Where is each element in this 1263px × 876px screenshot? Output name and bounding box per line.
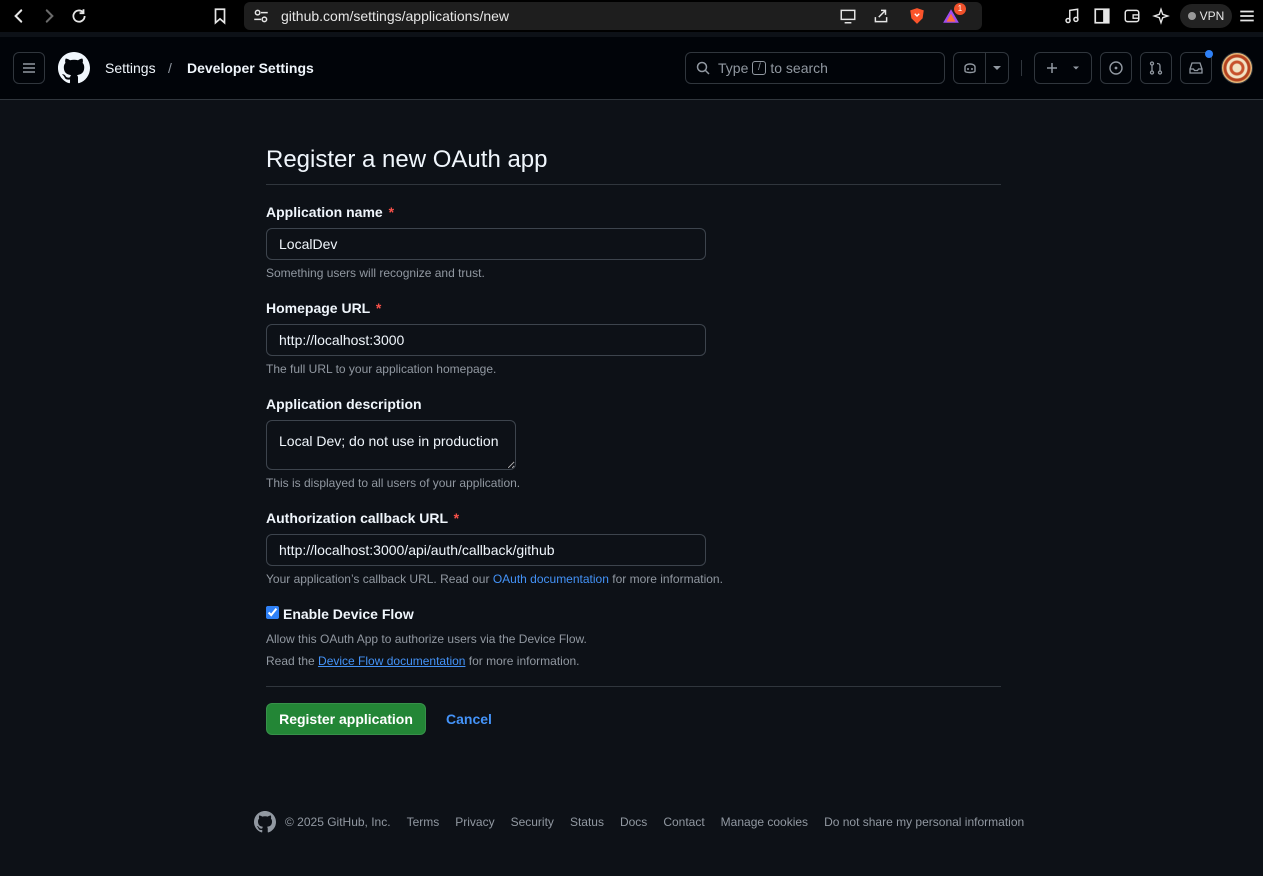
inbox-icon — [1189, 62, 1203, 74]
homepage-url-label-text: Homepage URL — [266, 300, 370, 316]
unread-notification-dot — [1205, 50, 1213, 58]
callback-url-input[interactable] — [266, 534, 706, 566]
app-name-label-text: Application name — [266, 204, 383, 220]
issues-button[interactable] — [1100, 52, 1132, 84]
brave-rewards-icon[interactable]: 1 — [940, 3, 966, 27]
device-flow-docs-prefix: Read the — [266, 654, 315, 668]
address-bar[interactable]: github.com/settings/applications/new 1 — [244, 2, 982, 30]
menu-icon[interactable] — [1236, 5, 1258, 27]
device-flow-label[interactable]: Enable Device Flow — [283, 606, 414, 622]
search-input[interactable]: Type / to search — [685, 52, 945, 84]
footer-link-do-not-share[interactable]: Do not share my personal information — [824, 815, 1024, 829]
share-icon[interactable] — [870, 5, 892, 27]
device-flow-docs-hint: Read the Device Flow documentation for m… — [266, 654, 580, 668]
device-flow-documentation-link[interactable]: Device Flow documentation — [318, 654, 465, 668]
description-hint: This is displayed to all users of your a… — [266, 476, 521, 490]
footer: © 2025 GitHub, Inc. Terms Privacy Securi… — [254, 810, 1040, 834]
url-text: github.com/settings/applications/new — [281, 8, 510, 24]
chevron-down-icon — [1073, 66, 1079, 70]
callback-hint-prefix: Your application’s callback URL. Read ou… — [266, 572, 490, 586]
pull-requests-icon — [1149, 61, 1163, 75]
homepage-url-hint: The full URL to your application homepag… — [266, 362, 497, 376]
leo-ai-icon[interactable] — [1150, 5, 1172, 27]
vpn-status-icon — [1187, 12, 1196, 20]
avatar[interactable] — [1221, 52, 1253, 84]
register-application-button[interactable]: Register application — [266, 703, 426, 735]
search-shortcut-key: / — [752, 61, 767, 75]
open-global-nav-button[interactable] — [13, 52, 45, 84]
copilot-button[interactable] — [953, 52, 1009, 84]
callback-hint-suffix: for more information. — [612, 572, 723, 586]
hamburger-icon — [23, 63, 35, 73]
github-logo-icon[interactable] — [254, 811, 276, 833]
reload-icon[interactable] — [68, 5, 90, 27]
header-divider — [1021, 60, 1022, 76]
app-name-input[interactable] — [266, 228, 706, 260]
bookmark-icon[interactable] — [209, 5, 231, 27]
issues-icon — [1109, 61, 1123, 75]
breadcrumb-separator: / — [168, 60, 172, 76]
copilot-icon — [954, 53, 986, 83]
search-placeholder-prefix: Type — [718, 60, 749, 76]
homepage-url-label: Homepage URL * — [266, 300, 381, 316]
notification-count: 1 — [954, 3, 966, 15]
callback-url-label: Authorization callback URL * — [266, 510, 459, 526]
required-marker: * — [453, 510, 460, 526]
device-flow-hint: Allow this OAuth App to authorize users … — [266, 632, 587, 646]
device-flow-checkbox[interactable] — [266, 606, 279, 619]
pull-requests-button[interactable] — [1140, 52, 1172, 84]
plus-icon — [1047, 63, 1057, 73]
vpn-label: VPN — [1199, 9, 1225, 23]
app-name-hint: Something users will recognize and trust… — [266, 266, 485, 280]
sidebar-icon[interactable] — [1091, 5, 1113, 27]
description-textarea[interactable]: Local Dev; do not use in production — [266, 420, 516, 470]
footer-link-terms[interactable]: Terms — [407, 815, 440, 829]
github-logo-icon[interactable] — [58, 52, 90, 84]
footer-link-manage-cookies[interactable]: Manage cookies — [721, 815, 808, 829]
github-header: Settings / Developer Settings Type / to … — [0, 37, 1263, 100]
footer-link-status[interactable]: Status — [570, 815, 604, 829]
create-new-button[interactable] — [1034, 52, 1092, 84]
forward-arrow-icon[interactable] — [38, 5, 60, 27]
wallet-icon[interactable] — [1121, 5, 1143, 27]
device-flow-docs-suffix: for more information. — [468, 654, 580, 668]
brave-shield-icon[interactable] — [906, 5, 928, 27]
page-title: Register a new OAuth app — [266, 146, 548, 173]
breadcrumb-settings[interactable]: Settings — [105, 60, 156, 76]
footer-link-contact[interactable]: Contact — [663, 815, 704, 829]
footer-link-security[interactable]: Security — [511, 815, 554, 829]
title-divider — [266, 184, 1001, 185]
music-icon[interactable] — [1061, 5, 1083, 27]
browser-toolbar: github.com/settings/applications/new 1 V… — [0, 0, 1263, 32]
footer-link-docs[interactable]: Docs — [620, 815, 647, 829]
back-arrow-icon[interactable] — [8, 5, 30, 27]
cancel-button[interactable]: Cancel — [446, 711, 492, 727]
search-icon — [696, 61, 710, 75]
callback-url-hint: Your application’s callback URL. Read ou… — [266, 572, 723, 586]
homepage-url-input[interactable] — [266, 324, 706, 356]
form-divider — [266, 686, 1001, 687]
footer-link-privacy[interactable]: Privacy — [455, 815, 494, 829]
breadcrumb-developer-settings[interactable]: Developer Settings — [187, 60, 314, 76]
vpn-button[interactable]: VPN — [1180, 4, 1232, 28]
required-marker: * — [388, 204, 395, 220]
required-marker: * — [375, 300, 382, 316]
oauth-documentation-link[interactable]: OAuth documentation — [493, 572, 609, 586]
search-placeholder-suffix: to search — [770, 60, 828, 76]
site-info-icon[interactable] — [250, 5, 272, 27]
cast-icon[interactable] — [837, 5, 859, 27]
app-name-label: Application name * — [266, 204, 394, 220]
footer-copyright: © 2025 GitHub, Inc. — [285, 815, 391, 829]
description-label-text: Application description — [266, 396, 422, 412]
callback-url-label-text: Authorization callback URL — [266, 510, 448, 526]
description-label: Application description — [266, 396, 422, 412]
chevron-down-icon[interactable] — [986, 60, 1008, 76]
